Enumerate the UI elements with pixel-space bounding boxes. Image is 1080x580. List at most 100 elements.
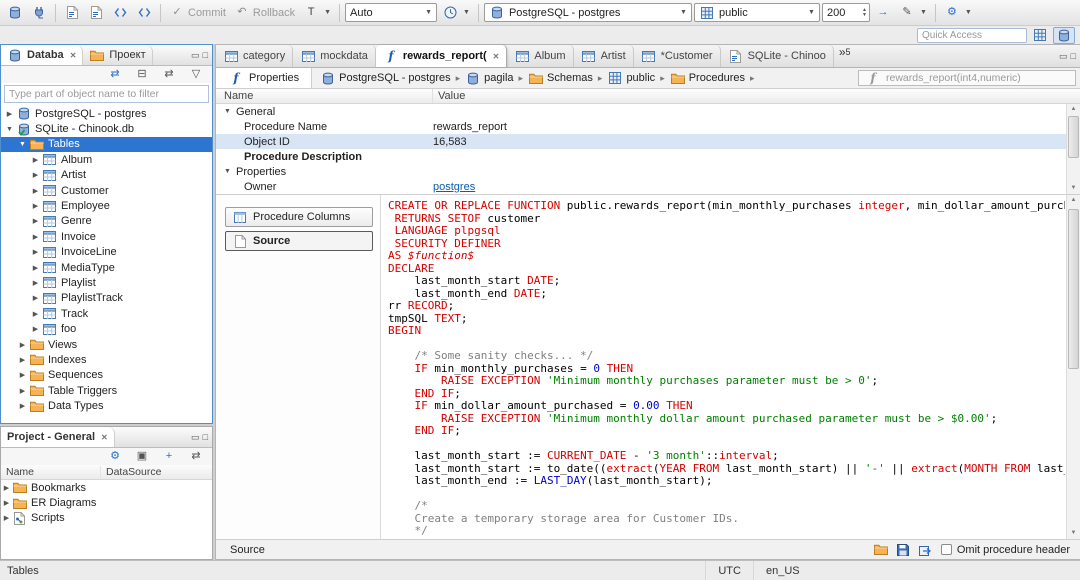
expand-arrow-icon[interactable]: ▶ bbox=[30, 171, 41, 179]
edit-object-button[interactable]: ✎ ▼ bbox=[896, 2, 930, 24]
tree-item-tables[interactable]: ▼ Tables bbox=[1, 136, 212, 153]
tree-item-track[interactable]: ▶ Track bbox=[1, 306, 212, 321]
tree-item-playlist[interactable]: ▶ Playlist bbox=[1, 275, 212, 290]
omit-header-checkbox[interactable] bbox=[940, 544, 952, 555]
source-scrollbar[interactable]: ▲ ▼ bbox=[1066, 195, 1080, 539]
tab-projects[interactable]: Проект bbox=[83, 45, 153, 65]
tree-item-views[interactable]: ▶ Views bbox=[1, 337, 212, 352]
tree-item-invoiceline[interactable]: ▶ InvoiceLine bbox=[1, 245, 212, 260]
expand-arrow-icon[interactable]: ▼ bbox=[222, 108, 233, 115]
editor-tab-rewards-report[interactable]: f rewards_report(✕ bbox=[375, 45, 508, 67]
project-column-header[interactable]: Name DataSource bbox=[1, 465, 212, 480]
grid-header[interactable]: Name Value bbox=[216, 89, 1080, 104]
scroll-down-icon[interactable]: ▼ bbox=[1067, 183, 1080, 194]
expand-arrow-icon[interactable]: ▶ bbox=[30, 217, 41, 225]
status-timezone[interactable]: UTC bbox=[705, 561, 753, 580]
transaction-log-button[interactable]: ▼ bbox=[439, 2, 473, 24]
column-name[interactable]: Name bbox=[1, 466, 101, 478]
expand-arrow-icon[interactable]: ▶ bbox=[17, 387, 28, 395]
rollback-button[interactable]: ↶ Rollback bbox=[231, 2, 298, 24]
section-tab-procedure-columns[interactable]: Procedure Columns bbox=[225, 207, 373, 227]
scrollbar-thumb[interactable] bbox=[1068, 116, 1079, 158]
tab-database-navigator[interactable]: Databa ✕ bbox=[1, 45, 84, 65]
breadcrumb-item-schemas[interactable]: Schemas bbox=[526, 71, 595, 86]
tree-item-table-triggers[interactable]: ▶ Table Triggers bbox=[1, 383, 212, 398]
property-row-owner[interactable]: Owner postgres bbox=[216, 179, 1080, 194]
new-connection-button[interactable] bbox=[4, 2, 26, 24]
expand-arrow-icon[interactable]: ▶ bbox=[1, 484, 12, 492]
dropdown-arrow-icon[interactable]: ▼ bbox=[324, 9, 331, 16]
column-value[interactable]: Value bbox=[433, 90, 465, 102]
scroll-down-icon[interactable]: ▼ bbox=[1067, 528, 1080, 539]
editor-tab-sqlite-chinoo[interactable]: SQLite - Chinoo bbox=[721, 45, 834, 67]
column-datasource[interactable]: DataSource bbox=[101, 466, 161, 478]
property-row-properties[interactable]: ▼ Properties bbox=[216, 164, 1080, 179]
grid-scrollbar[interactable]: ▲ ▼ bbox=[1066, 104, 1080, 194]
tree-item-artist[interactable]: ▶ Artist bbox=[1, 168, 212, 183]
tree-item-customer[interactable]: ▶ Customer bbox=[1, 183, 212, 198]
expand-arrow-icon[interactable]: ▶ bbox=[30, 202, 41, 210]
open-object-button[interactable]: → bbox=[872, 2, 894, 24]
expand-arrow-icon[interactable]: ▼ bbox=[222, 168, 233, 175]
scroll-up-icon[interactable]: ▲ bbox=[1067, 104, 1080, 115]
dropdown-arrow-icon[interactable]: ▼ bbox=[808, 9, 815, 16]
commit-button[interactable]: ✓ Commit bbox=[166, 2, 229, 24]
maximize-icon[interactable]: □ bbox=[203, 50, 208, 60]
omit-header-option[interactable]: Omit procedure header bbox=[940, 544, 1070, 556]
sql-source-editor[interactable]: CREATE OR REPLACE FUNCTION public.reward… bbox=[388, 200, 1065, 539]
tree-item-employee[interactable]: ▶ Employee bbox=[1, 198, 212, 213]
owner-link[interactable]: postgres bbox=[433, 181, 475, 193]
tab-overflow[interactable]: » 5 bbox=[834, 45, 856, 67]
status-locale[interactable]: en_US bbox=[752, 561, 812, 580]
expand-arrow-icon[interactable]: ▼ bbox=[17, 141, 28, 148]
tab-project-general[interactable]: Project - General ✕ bbox=[1, 427, 115, 447]
tree-item-playlisttrack[interactable]: ▶ PlaylistTrack bbox=[1, 291, 212, 306]
tree-item-genre[interactable]: ▶ Genre bbox=[1, 214, 212, 229]
tree-item-sqlite-chinook-db[interactable]: ▼ SQLite - Chinook.db bbox=[1, 121, 212, 136]
tree-item-foo[interactable]: ▶ foo bbox=[1, 321, 212, 336]
expand-arrow-icon[interactable]: ▶ bbox=[30, 248, 41, 256]
quick-access-input[interactable] bbox=[917, 27, 1027, 43]
connect-button[interactable] bbox=[28, 2, 50, 24]
expand-arrow-icon[interactable]: ▶ bbox=[30, 264, 41, 272]
new-sql-script-button[interactable] bbox=[61, 2, 83, 24]
tree-item-indexes[interactable]: ▶ Indexes bbox=[1, 352, 212, 367]
close-tab-icon[interactable]: ✕ bbox=[101, 433, 108, 442]
property-row-object-id[interactable]: Object ID 16,583 bbox=[216, 134, 1080, 150]
tree-item-sequences[interactable]: ▶ Sequences bbox=[1, 368, 212, 383]
dbeaver-perspective-button[interactable] bbox=[1053, 26, 1075, 44]
expand-arrow-icon[interactable]: ▶ bbox=[1, 499, 12, 507]
scrollbar-thumb[interactable] bbox=[1068, 209, 1079, 369]
sql-editor-button[interactable] bbox=[109, 2, 131, 24]
expand-arrow-icon[interactable]: ▶ bbox=[17, 371, 28, 379]
expand-arrow-icon[interactable]: ▶ bbox=[30, 294, 41, 302]
tree-item-album[interactable]: ▶ Album bbox=[1, 152, 212, 167]
expand-arrow-icon[interactable]: ▶ bbox=[17, 402, 28, 410]
property-row-general[interactable]: ▼ General bbox=[216, 104, 1080, 119]
object-filter-input[interactable] bbox=[4, 85, 209, 103]
editor-tab-category[interactable]: category bbox=[216, 45, 294, 67]
tree-item-data-types[interactable]: ▶ Data Types bbox=[1, 398, 212, 413]
tree-item-mediatype[interactable]: ▶ MediaType bbox=[1, 260, 212, 275]
expand-arrow-icon[interactable]: ▶ bbox=[30, 325, 41, 333]
export-source-icon[interactable] bbox=[917, 542, 933, 557]
expand-arrow-icon[interactable]: ▶ bbox=[30, 279, 41, 287]
open-file-icon[interactable] bbox=[873, 542, 889, 557]
project-item-bookmarks[interactable]: ▶ Bookmarks bbox=[1, 480, 212, 495]
breadcrumb-item-public[interactable]: public bbox=[605, 71, 657, 86]
expand-arrow-icon[interactable]: ▶ bbox=[17, 341, 28, 349]
expand-arrow-icon[interactable]: ▶ bbox=[17, 356, 28, 364]
new-sql-editor-button[interactable] bbox=[133, 2, 155, 24]
minimize-icon[interactable]: ▭ bbox=[1059, 51, 1068, 62]
project-item-er-diagrams[interactable]: ▶ ER Diagrams bbox=[1, 495, 212, 510]
property-row-procedure-name[interactable]: Procedure Name rewards_report bbox=[216, 119, 1080, 134]
editor-tab-mockdata[interactable]: mockdata bbox=[293, 45, 376, 67]
minimize-icon[interactable]: ▭ bbox=[191, 50, 200, 61]
active-datasource-combo[interactable]: PostgreSQL - postgres ▼ bbox=[483, 3, 692, 22]
configuration-button[interactable]: ⚙ ▼ bbox=[941, 2, 975, 24]
project-item-scripts[interactable]: ▶ Scripts bbox=[1, 511, 212, 526]
expand-arrow-icon[interactable]: ▶ bbox=[30, 187, 41, 195]
dropdown-arrow-icon[interactable]: ▼ bbox=[463, 9, 470, 16]
recent-sql-script-button[interactable] bbox=[85, 2, 107, 24]
expand-arrow-icon[interactable]: ▶ bbox=[30, 310, 41, 318]
